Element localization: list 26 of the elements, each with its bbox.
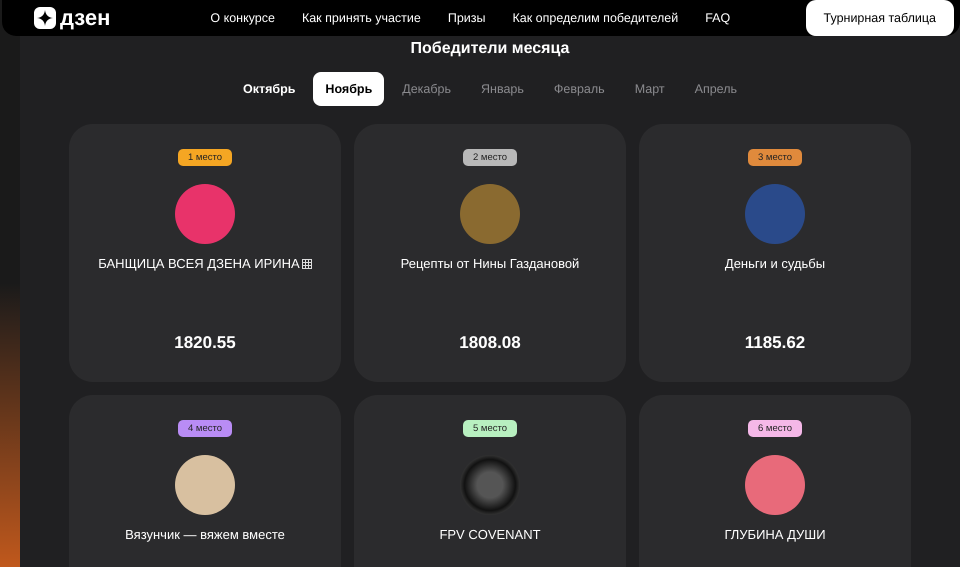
section-title: Победители месяца: [410, 40, 570, 58]
month-tab[interactable]: Ноябрь: [313, 72, 384, 106]
place-badge: 3 место: [748, 149, 802, 166]
nav-link[interactable]: Как принять участие: [302, 11, 421, 25]
place-badge: 4 место: [178, 420, 232, 437]
nav-link[interactable]: FAQ: [705, 11, 730, 25]
logo-text[interactable]: дзен: [60, 5, 110, 31]
channel-name: Деньги и судьбы: [724, 256, 826, 271]
channel-name: Рецепты от Нины Газдановой: [400, 256, 580, 271]
place-badge: 6 место: [748, 420, 802, 437]
place-badge: 2 место: [462, 149, 517, 166]
nav-link[interactable]: О конкурсе: [210, 11, 275, 25]
score-value: 1820.55: [174, 333, 236, 353]
nav-link[interactable]: Как определим победителей: [512, 11, 678, 25]
month-tab[interactable]: Октябрь: [230, 72, 308, 106]
place-badge: 1 место: [178, 149, 232, 166]
place-badge: 5 место: [462, 420, 517, 437]
nav-link[interactable]: Призы: [448, 11, 486, 25]
score-value: 1808.08: [459, 333, 521, 353]
channel-name: БАНЩИЦА ВСЕЯ ДЗЕНА ИРИНА: [98, 256, 300, 271]
channel-name: FPV COVENANT: [439, 527, 541, 542]
leaderboard-button[interactable]: Турнирная таблица: [806, 0, 954, 36]
channel-name: ГЛУБИНА ДУШИ: [724, 527, 826, 542]
score-value: 1185.62: [744, 333, 806, 353]
star-logo-icon: [34, 7, 56, 29]
channel-name: Вязунчик — вяжем вместе: [125, 527, 285, 542]
